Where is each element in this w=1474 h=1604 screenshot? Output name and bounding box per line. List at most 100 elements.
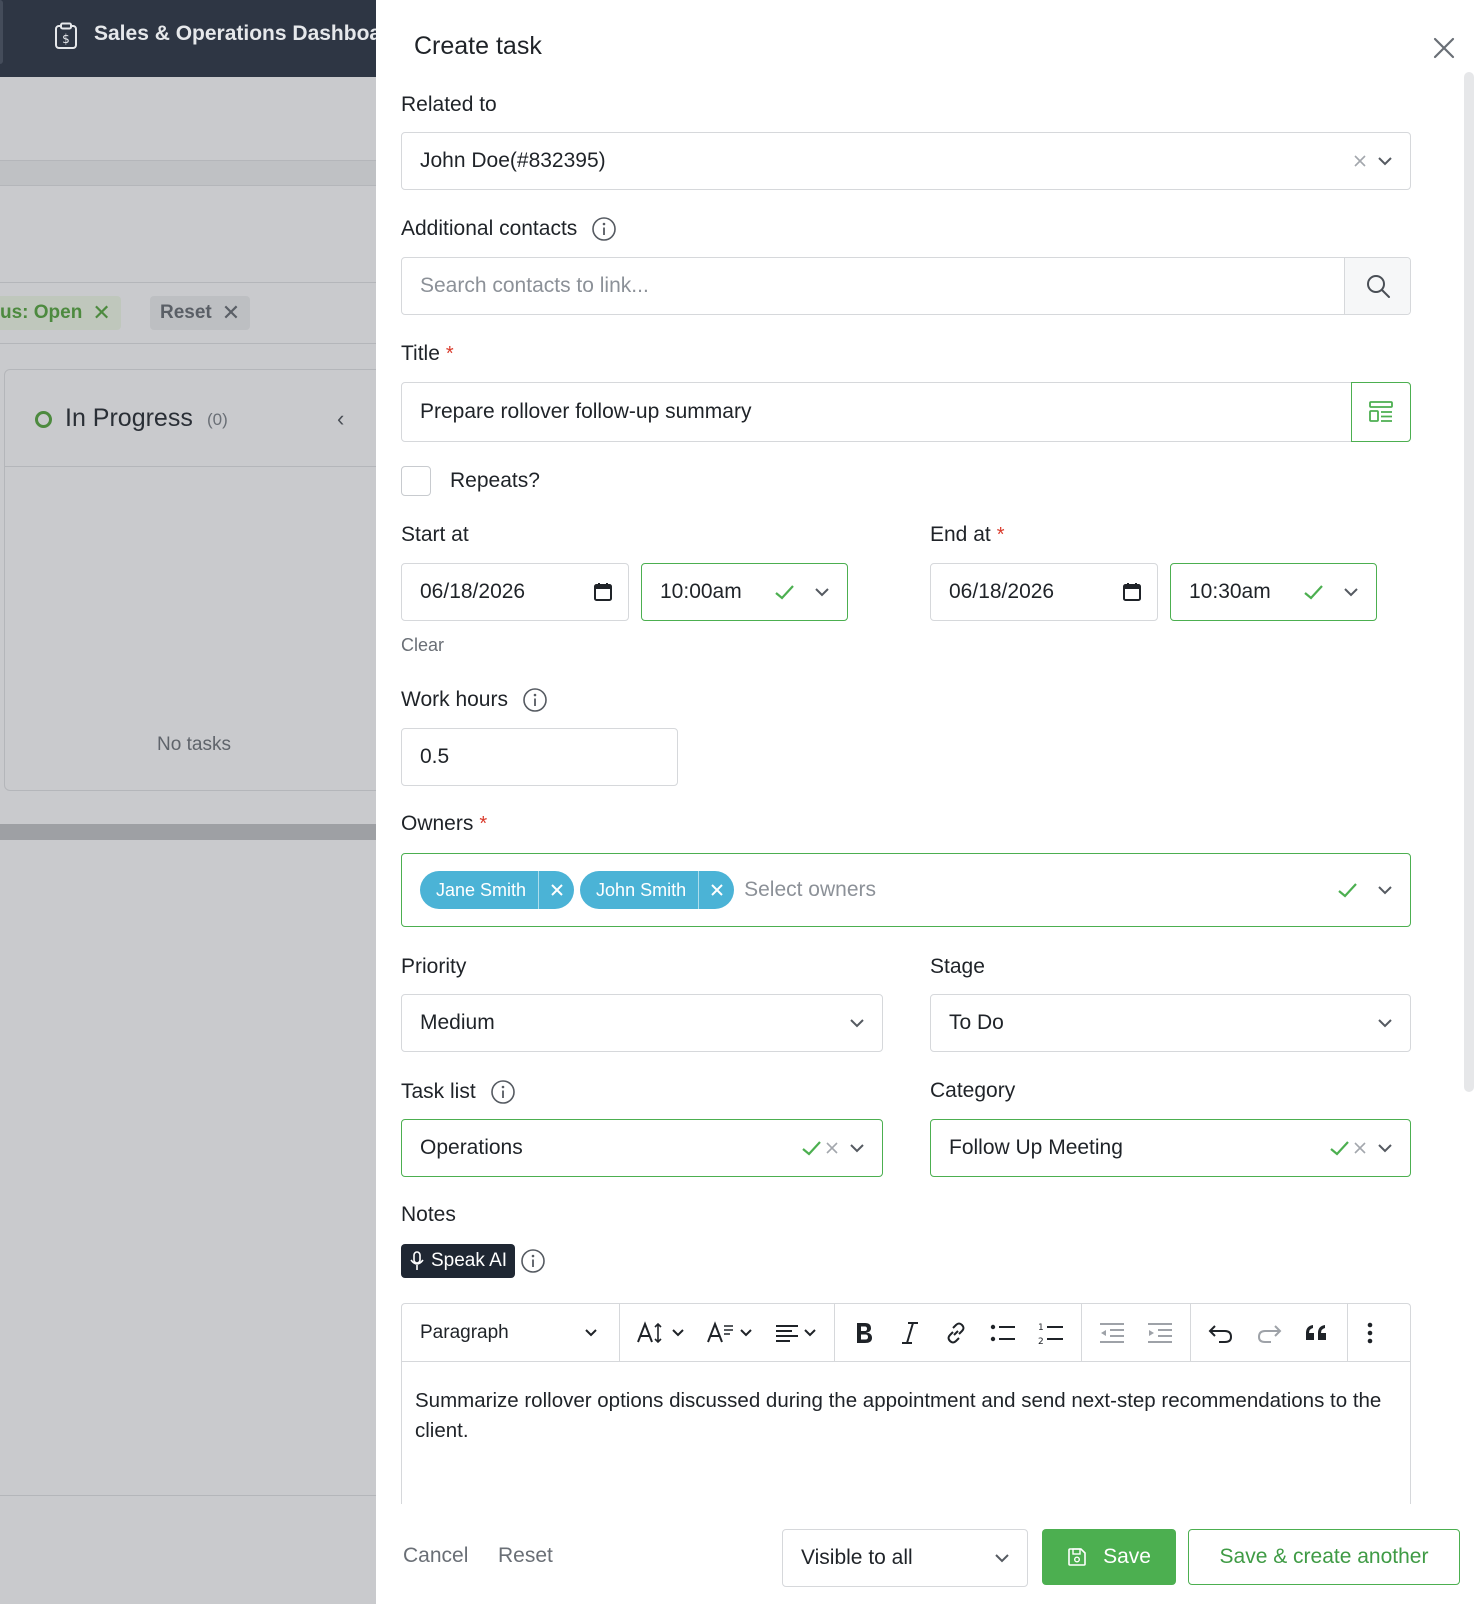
start-time-select[interactable]: 10:00am	[641, 563, 848, 621]
bullet-list-button[interactable]	[979, 1304, 1027, 1362]
check-icon	[1304, 585, 1323, 600]
undo-button[interactable]	[1197, 1304, 1245, 1362]
info-icon[interactable]	[520, 1248, 546, 1274]
search-icon	[1366, 275, 1390, 298]
chevron-down-icon	[995, 1554, 1009, 1563]
inline-format-group: 12	[835, 1304, 1082, 1362]
chevron-left-icon[interactable]: ‹	[337, 406, 344, 432]
calendar-icon[interactable]	[1121, 581, 1143, 603]
reset-button[interactable]: Reset	[498, 1544, 553, 1568]
column-header: In Progress (0) ‹	[5, 370, 376, 467]
priority-value: Medium	[420, 1011, 495, 1034]
font-size-button[interactable]	[626, 1304, 696, 1362]
stage-label-text: Stage	[930, 955, 985, 978]
owners-label: Owners *	[401, 812, 487, 836]
close-icon[interactable]: ✕	[222, 302, 240, 324]
repeats-checkbox[interactable]	[401, 466, 431, 496]
stage-select[interactable]: To Do	[930, 994, 1411, 1052]
owners-placeholder[interactable]: Select owners	[744, 878, 876, 902]
drawer-footer: Cancel Reset Visible to all Save Save & …	[376, 1504, 1474, 1604]
task-list-select[interactable]: Operations	[401, 1119, 883, 1177]
kanban-column: In Progress (0) ‹ No tasks	[4, 369, 376, 791]
redo-button[interactable]	[1245, 1304, 1293, 1362]
chevron-down-icon[interactable]	[811, 581, 833, 603]
background-band	[0, 160, 376, 186]
link-button[interactable]	[933, 1304, 979, 1362]
chevron-down-icon[interactable]	[846, 1012, 868, 1034]
bold-button[interactable]	[841, 1304, 887, 1362]
chevron-down-icon[interactable]	[1374, 1012, 1396, 1034]
category-select[interactable]: Follow Up Meeting	[930, 1119, 1411, 1177]
outdent-icon	[1100, 1322, 1124, 1343]
category-label: Category	[930, 1079, 1015, 1103]
numbered-list-button[interactable]: 12	[1027, 1304, 1075, 1362]
align-button[interactable]	[764, 1304, 828, 1362]
task-list-label-text: Task list	[401, 1080, 476, 1103]
more-options-button[interactable]	[1354, 1304, 1386, 1362]
related-to-label-text: Related to	[401, 93, 497, 116]
blockquote-button[interactable]	[1293, 1304, 1341, 1362]
visibility-select[interactable]: Visible to all	[782, 1529, 1028, 1587]
calendar-icon[interactable]	[592, 581, 614, 603]
create-task-drawer: Create task Related to John Doe(#832395)…	[376, 0, 1474, 1604]
chevron-down-icon[interactable]	[846, 1137, 868, 1159]
contacts-search-input[interactable]: Search contacts to link...	[401, 257, 1411, 315]
cancel-button[interactable]: Cancel	[403, 1544, 468, 1568]
check-icon	[1338, 883, 1357, 898]
additional-contacts-label: Additional contacts	[401, 216, 617, 242]
chevron-down-icon[interactable]	[1340, 581, 1362, 603]
remove-tag-button[interactable]	[698, 871, 734, 909]
indent-button[interactable]	[1136, 1304, 1184, 1362]
clear-icon[interactable]	[824, 1140, 840, 1156]
clear-start-link[interactable]: Clear	[401, 635, 444, 656]
work-hours-input[interactable]: 0.5	[401, 728, 678, 786]
start-date-input[interactable]: 06/18/2026	[401, 563, 629, 621]
save-button[interactable]: Save	[1042, 1529, 1176, 1585]
close-icon[interactable]: ✕	[92, 302, 110, 324]
chevron-down-icon[interactable]	[1374, 150, 1396, 172]
close-icon[interactable]	[1428, 32, 1460, 64]
start-at-label: Start at	[401, 523, 469, 547]
status-filter-chip[interactable]: us: Open ✕	[0, 296, 121, 330]
end-date-input[interactable]: 06/18/2026	[930, 563, 1158, 621]
title-input[interactable]: Prepare rollover follow-up summary	[401, 382, 1411, 442]
editor-toolbar: Paragraph 1 2	[402, 1304, 1410, 1362]
priority-select[interactable]: Medium	[401, 994, 883, 1052]
search-button[interactable]	[1344, 258, 1410, 314]
end-time-select[interactable]: 10:30am	[1170, 563, 1377, 621]
info-icon[interactable]	[591, 216, 617, 242]
related-to-select[interactable]: John Doe(#832395)	[401, 132, 1411, 190]
notes-body[interactable]: Summarize rollover options discussed dur…	[402, 1362, 1410, 1470]
paragraph-style-select[interactable]: Paragraph	[402, 1304, 620, 1362]
scrollbar[interactable]	[1464, 72, 1474, 1092]
reset-filter-chip[interactable]: Reset ✕	[150, 296, 251, 330]
more-vertical-icon	[1367, 1322, 1373, 1343]
repeats-label-text: Repeats?	[450, 469, 540, 492]
end-date-value: 06/18/2026	[949, 580, 1055, 603]
category-value: Follow Up Meeting	[949, 1136, 1123, 1159]
template-button[interactable]	[1351, 382, 1411, 442]
outdent-button[interactable]	[1088, 1304, 1136, 1362]
end-time-value: 10:30am	[1189, 580, 1271, 603]
text-style-button[interactable]	[696, 1304, 764, 1362]
required-marker: *	[479, 812, 488, 835]
save-label: Save	[1103, 1545, 1151, 1568]
owners-multiselect[interactable]: Jane Smith John Smith Select owners	[401, 853, 1411, 927]
chevron-down-icon[interactable]	[1374, 1137, 1396, 1159]
remove-tag-button[interactable]	[538, 871, 574, 909]
clear-icon[interactable]	[1352, 1140, 1368, 1156]
clear-icon[interactable]	[1352, 153, 1368, 169]
italic-button[interactable]	[887, 1304, 933, 1362]
work-hours-value: 0.5	[420, 745, 450, 768]
info-icon[interactable]	[490, 1079, 516, 1105]
priority-label-text: Priority	[401, 955, 467, 978]
save-and-create-another-button[interactable]: Save & create another	[1188, 1529, 1460, 1585]
contacts-search-placeholder: Search contacts to link...	[420, 274, 649, 297]
work-hours-label: Work hours	[401, 687, 548, 713]
chevron-down-icon[interactable]	[1374, 879, 1396, 901]
info-icon[interactable]	[522, 687, 548, 713]
chevron-down-icon	[672, 1328, 684, 1336]
template-icon	[1369, 401, 1393, 422]
stage-label: Stage	[930, 955, 985, 979]
speak-ai-button[interactable]: Speak AI	[401, 1244, 516, 1278]
